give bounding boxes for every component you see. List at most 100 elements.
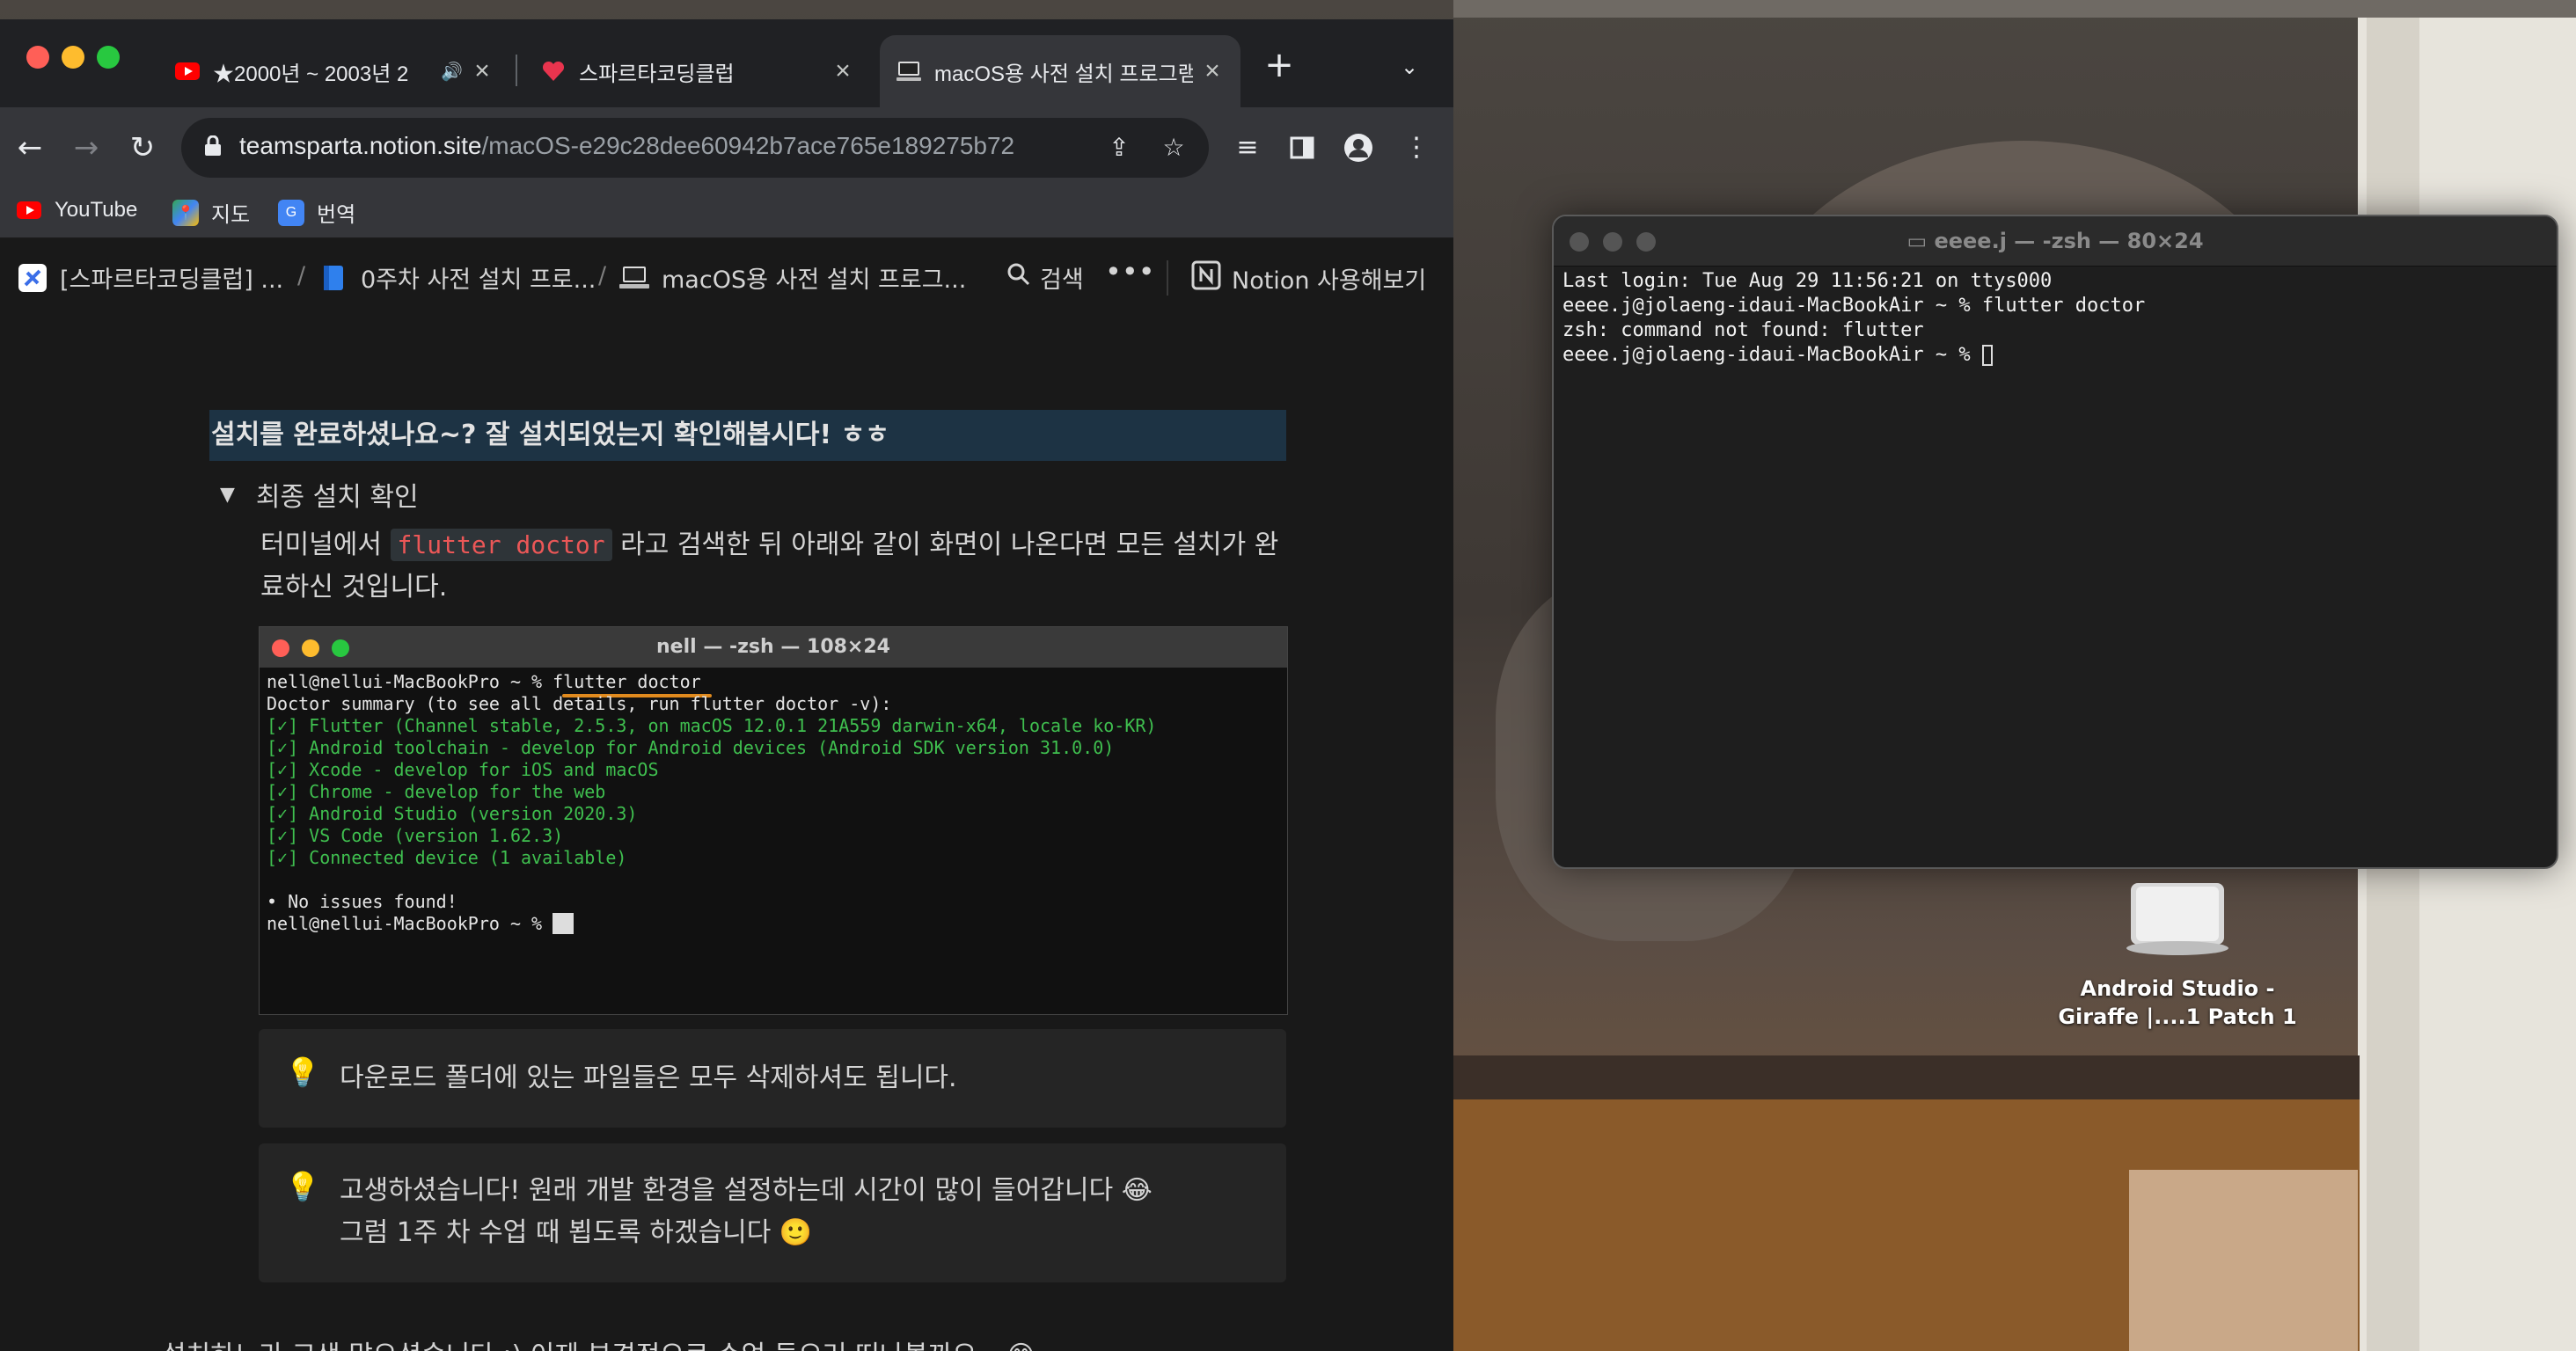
lightbulb-icon: 💡	[285, 1055, 320, 1089]
url-text: teamsparta.notion.site/macOS-e29c28dee60…	[239, 132, 1014, 160]
android-studio-dmg-icon[interactable]	[2120, 880, 2235, 959]
try-notion-label: Notion 사용해보기	[1232, 267, 1427, 295]
output-line: • No issues found!	[267, 891, 457, 912]
folder-icon: ▭	[1906, 229, 1935, 253]
youtube-icon	[16, 197, 42, 223]
lightbulb-icon: 💡	[285, 1170, 320, 1203]
browser-toolbar: ← → ↻ teamsparta.notion.site/macOS-e29c2…	[0, 107, 1453, 188]
output-line: [✓] VS Code (version 1.62.3)	[267, 825, 564, 846]
breadcrumb-sparta[interactable]: [스파르타코딩클럽] ...	[18, 260, 283, 295]
screenshot-title: nell — -zsh — 108×24	[656, 636, 890, 658]
sparta-icon	[540, 58, 567, 84]
bookmark-label: YouTube	[55, 198, 138, 222]
blue-book-icon	[318, 263, 348, 293]
tab-title: 스파르타코딩클럽	[579, 62, 735, 86]
output-line: [✓] Android toolchain - develop for Andr…	[267, 737, 1115, 758]
terminal-window[interactable]: ▭ eeee.j — -zsh — 80×24 Last login: Tue …	[1552, 215, 2558, 869]
search-label: 검색	[1040, 267, 1084, 294]
output-line: [✓] Xcode - develop for iOS and macOS	[267, 759, 659, 780]
back-button[interactable]: ←	[9, 127, 51, 169]
terminal-line: eeee.j@jolaeng-idaui-MacBookAir ~ % flut…	[1562, 295, 2146, 317]
translate-icon: G	[278, 199, 304, 226]
terminal-titlebar[interactable]: ▭ eeee.j — -zsh — 80×24	[1554, 216, 2557, 267]
inline-code: flutter doctor	[390, 529, 612, 561]
callout-downloads: 💡 다운로드 폴더에 있는 파일들은 모두 삭제하셔도 됩니다.	[259, 1029, 1286, 1128]
screenshot-output: nell@nellui-MacBookPro ~ % flutter docto…	[267, 671, 1156, 935]
para-text: 터미널에서	[260, 529, 391, 560]
bookmark-star-icon[interactable]: ☆	[1156, 130, 1191, 165]
breadcrumb-label: macOS용 사전 설치 프로그...	[662, 267, 967, 294]
close-window-button[interactable]	[26, 46, 49, 69]
maps-icon: 📍	[172, 199, 199, 226]
bookmark-label: 번역	[317, 203, 356, 227]
closing-paragraph: 설치하느라 고생 많으셨습니다 :) 이제 본격적으로 수업 들으러 떠나볼까요…	[162, 1333, 1035, 1351]
reading-list-icon[interactable]: ≡	[1228, 128, 1267, 167]
search-icon	[1006, 262, 1031, 293]
browser-menu-icon[interactable]: ⋮	[1397, 128, 1436, 167]
callout-congrats: 💡 고생하셨습니다! 원래 개발 환경을 설정하는데 시간이 많이 들어갑니다 …	[259, 1143, 1286, 1282]
share-icon[interactable]: ⇪	[1101, 130, 1137, 165]
terminal-output[interactable]: Last login: Tue Aug 29 11:56:21 on ttys0…	[1562, 269, 2145, 368]
breadcrumb-macos[interactable]: macOS용 사전 설치 프로그...	[619, 260, 966, 295]
notion-page: [스파르타코딩클럽] ... / 0주차 사전 설치 프로... / macOS…	[0, 239, 1453, 1351]
desktop-label-line: Giraffe |....1 Patch 1	[2058, 1004, 2297, 1029]
terminal-title: ▭ eeee.j — -zsh — 80×24	[1554, 229, 2557, 253]
laptop-icon	[619, 263, 649, 293]
toggle-triangle-icon[interactable]: ▼	[220, 484, 235, 506]
url-path: /macOS-e29c28dee60942b7ace765e189275b72	[481, 132, 1015, 159]
bookmark-label: 지도	[211, 203, 251, 227]
highlighted-heading: 설치를 완료하셨나요~? 잘 설치되었는지 확인해봅시다! ㅎㅎ	[209, 410, 1286, 461]
breadcrumb-label: [스파르타코딩클럽] ...	[60, 267, 284, 294]
notion-page-icon	[896, 58, 922, 84]
search-button[interactable]: 검색	[1006, 260, 1084, 295]
more-options-icon[interactable]: •••	[1105, 255, 1155, 288]
tab-search-chevron-icon[interactable]: ⌄	[1401, 55, 1418, 79]
tab-title: macOS용 사전 설치 프로그램	[934, 62, 1193, 86]
bookmark-translate[interactable]: G 번역	[278, 197, 355, 228]
sparta-logo-icon	[18, 263, 48, 293]
terminal-cursor	[1981, 345, 1993, 366]
close-tab-icon[interactable]: ×	[470, 56, 494, 86]
terminal-line: eeee.j@jolaeng-idaui-MacBookAir ~ %	[1562, 344, 1982, 366]
terminal-line: Last login: Tue Aug 29 11:56:21 on ttys0…	[1562, 270, 2053, 292]
tab-strip: ★2000년 ~ 2003년 2 🔊 × 스파르타코딩클럽 × macOS용 사…	[0, 19, 1453, 107]
output-line: nell@nellui-MacBookPro ~ % flutter docto…	[267, 671, 701, 692]
notion-logo-icon	[1191, 260, 1221, 296]
breadcrumb-week0[interactable]: 0주차 사전 설치 프로...	[318, 260, 596, 295]
maximize-window-button[interactable]	[97, 46, 120, 69]
close-tab-icon[interactable]: ×	[831, 56, 855, 86]
output-line: [✓] Chrome - develop for the web	[267, 781, 606, 802]
tab-youtube[interactable]: ★2000년 ~ 2003년 2 🔊 ×	[158, 35, 510, 107]
bookmark-maps[interactable]: 📍 지도	[172, 197, 250, 228]
tab-macos-setup[interactable]: macOS용 사전 설치 프로그램 ×	[880, 35, 1240, 107]
side-panel-icon[interactable]	[1283, 128, 1321, 167]
output-line: [✓] Connected device (1 available)	[267, 847, 627, 868]
callout-text: 다운로드 폴더에 있는 파일들은 모두 삭제하셔도 됩니다.	[340, 1063, 957, 1093]
reload-button[interactable]: ↻	[121, 127, 164, 169]
close-tab-icon[interactable]: ×	[1200, 56, 1225, 86]
toggle-label: 최종 설치 확인	[255, 482, 419, 513]
address-bar[interactable]: teamsparta.notion.site/macOS-e29c28dee60…	[181, 118, 1209, 178]
lock-icon[interactable]	[204, 135, 222, 157]
profile-avatar-icon[interactable]	[1339, 128, 1378, 167]
forward-button[interactable]: →	[65, 127, 107, 169]
callout-text: 고생하셨습니다! 원래 개발 환경을 설정하는데 시간이 많이 들어갑니다 😂 …	[340, 1170, 1153, 1254]
terminal-title-text: eeee.j — -zsh — 80×24	[1934, 229, 2204, 253]
output-line: [✓] Flutter (Channel stable, 2.5.3, on m…	[267, 715, 1157, 736]
desktop-icon-label[interactable]: Android Studio - Giraffe |....1 Patch 1	[2041, 975, 2314, 1031]
youtube-icon	[174, 58, 201, 84]
bookmark-youtube[interactable]: YouTube	[16, 197, 137, 223]
try-notion-button[interactable]: Notion 사용해보기	[1191, 260, 1426, 296]
output-line: [✓] Android Studio (version 2020.3)	[267, 803, 638, 824]
instruction-paragraph: 터미널에서 flutter doctor 라고 검색한 뒤 아래와 같이 화면이…	[260, 524, 1290, 609]
terminal-screenshot-image: nell — -zsh — 108×24 nell@nellui-MacBook…	[259, 626, 1288, 1015]
toggle-final-check[interactable]: ▼ 최종 설치 확인	[220, 475, 419, 514]
audio-icon[interactable]: 🔊	[441, 61, 463, 83]
browser-window: ★2000년 ~ 2003년 2 🔊 × 스파르타코딩클럽 × macOS용 사…	[0, 19, 1453, 1351]
callout-line: 고생하셨습니다! 원래 개발 환경을 설정하는데 시간이 많이 들어갑니다 😂	[340, 1175, 1153, 1206]
tab-sparta[interactable]: 스파르타코딩클럽 ×	[524, 35, 871, 107]
breadcrumb-label: 0주차 사전 설치 프로...	[361, 267, 596, 294]
new-tab-button[interactable]: +	[1260, 47, 1299, 86]
minimize-window-button[interactable]	[62, 46, 84, 69]
url-host: teamsparta.notion.site	[239, 132, 482, 159]
